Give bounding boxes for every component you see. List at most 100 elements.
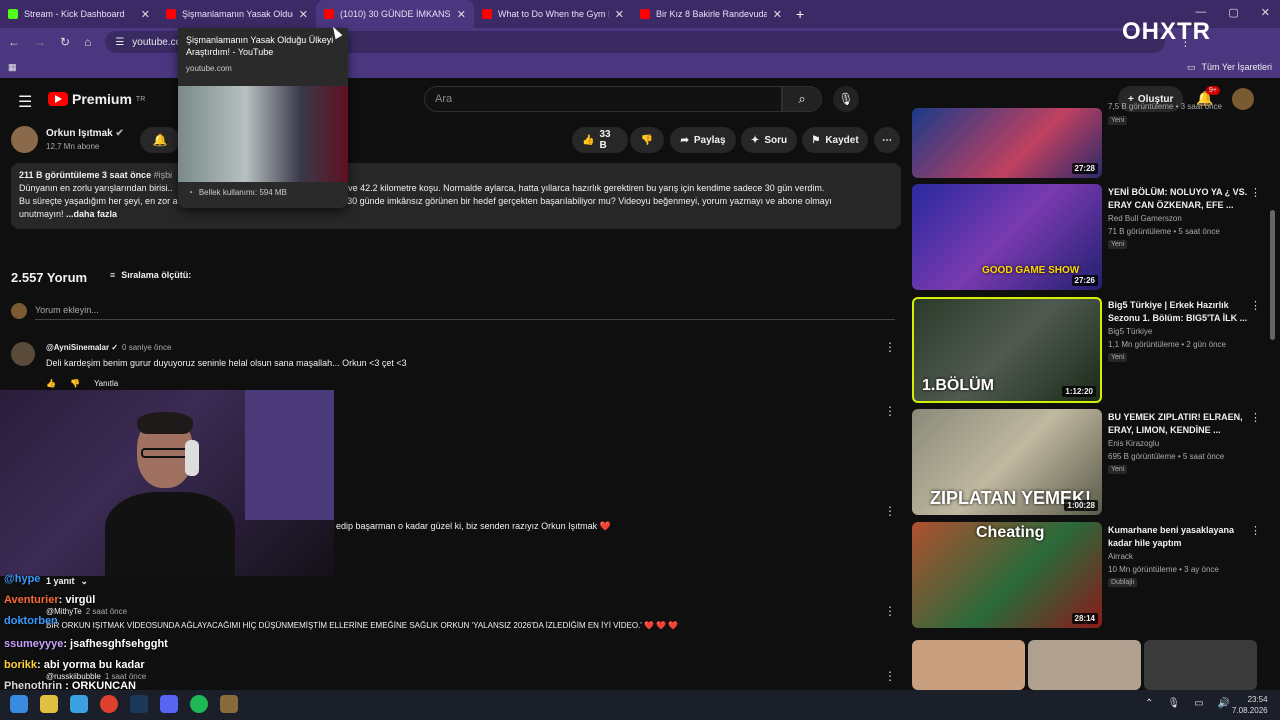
system-clock[interactable]: 23:54 7.08.2026	[1232, 694, 1268, 716]
close-icon[interactable]: ✕	[299, 8, 308, 21]
channel-name[interactable]: Orkun Işıtmak ✔	[46, 128, 124, 139]
app-icon[interactable]	[220, 695, 238, 713]
home-icon[interactable]: ⌂	[84, 35, 91, 49]
youtube-logo[interactable]: Premium TR	[48, 91, 145, 107]
avatar	[11, 303, 27, 319]
close-window-icon[interactable]: ✕	[1261, 6, 1270, 19]
hover-card-url: youtube.com	[186, 64, 232, 73]
youtube-play-icon	[48, 92, 68, 106]
stream-overlay-logo: OHXTR	[1122, 18, 1211, 45]
search-input[interactable]: Ara	[424, 86, 782, 112]
thumbs-up-icon: 👍	[582, 134, 595, 146]
forward-icon[interactable]: →	[34, 35, 46, 49]
apps-icon[interactable]: ▦	[8, 62, 17, 73]
voice-search-button[interactable]: 🎙	[833, 86, 859, 112]
short-thumbnail[interactable]	[912, 640, 1025, 690]
like-button[interactable]: 👍 33 B	[572, 127, 628, 153]
chrome-icon[interactable]	[100, 695, 118, 713]
video-thumbnail[interactable]: GOOD GAME SHOW 27:26	[912, 184, 1102, 290]
tab-youtube-3[interactable]: What to Do When the Gym Is B✕	[474, 0, 632, 28]
rec-video[interactable]: GOOD GAME SHOW 27:26 YENİ BÖLÜM: NOLUYO Y…	[912, 184, 1267, 290]
thumbs-up-icon[interactable]: 👍	[46, 379, 56, 388]
menu-icon[interactable]: ☰	[18, 92, 32, 112]
volume-icon[interactable]: 🔊	[1218, 698, 1230, 709]
tab-kick[interactable]: Stream - Kick Dashboard ✕	[0, 0, 158, 28]
reply-button[interactable]: Yanıtla	[94, 379, 118, 388]
more-icon[interactable]: ⋮	[1250, 299, 1261, 312]
spotify-icon[interactable]	[190, 695, 208, 713]
network-icon[interactable]: ▭	[1194, 698, 1203, 709]
scrollbar[interactable]	[1270, 210, 1275, 340]
comment-menu-icon[interactable]: ⋮	[884, 669, 896, 683]
video-thumbnail[interactable]: Cheating 28:14	[912, 522, 1102, 628]
webcam-overlay	[0, 390, 334, 576]
comment-menu-icon[interactable]: ⋮	[884, 340, 896, 354]
short-thumbnail[interactable]	[1028, 640, 1141, 690]
steam-icon[interactable]	[130, 695, 148, 713]
comment-menu-icon[interactable]: ⋮	[884, 604, 896, 618]
sort-comments-button[interactable]: ≡ Sıralama ölçütü:	[110, 270, 191, 280]
video-description[interactable]: 211 B görüntüleme 3 saat önce #işbi Düny…	[11, 163, 901, 229]
comment-text: edip başarman o kadar güzel ki, biz send…	[336, 521, 611, 531]
rec-video[interactable]: 27:28 7,5 B görüntüleme • 3 saat önce Ye…	[912, 102, 1267, 178]
comment-menu-icon[interactable]: ⋮	[884, 404, 896, 418]
site-info-icon[interactable]: ☰	[115, 37, 124, 48]
add-comment-input[interactable]: Yorum ekleyin...	[35, 305, 895, 320]
kick-icon	[8, 9, 18, 19]
comment-avatar[interactable]	[11, 342, 35, 366]
background-wall	[245, 390, 334, 520]
share-button[interactable]: ➦ Paylaş	[670, 127, 736, 153]
show-more-link[interactable]: ...daha fazla	[66, 209, 117, 219]
more-icon[interactable]: ⋮	[1250, 524, 1261, 537]
video-thumbnail[interactable]: ZIPLATAN YEMEK! 1:00:28	[912, 409, 1102, 515]
comment-author[interactable]: @AyniSinemalar ✓ 0 saniye önce	[46, 343, 171, 352]
comment-menu-icon[interactable]: ⋮	[884, 504, 896, 518]
chat-line: doktorben	[4, 615, 58, 627]
rec-video[interactable]: 1.BÖLÜM 1:12:20 Big5 Türkiye | Erkek Hazı…	[912, 297, 1267, 403]
close-icon[interactable]: ✕	[615, 8, 624, 21]
tab-youtube-active[interactable]: (1010) 30 GÜNDE İMKANSIZI B✕	[316, 0, 474, 28]
comment-author[interactable]: @MithyTe 2 saat önce	[46, 607, 127, 616]
bell-icon: 🔔	[152, 133, 168, 147]
tab-youtube-1[interactable]: Şişmanlamanın Yasak Olduğu Ü✕	[158, 0, 316, 28]
discord-icon[interactable]	[160, 695, 178, 713]
all-bookmarks[interactable]: ▭ Tüm Yer İşaretleri	[1187, 62, 1272, 73]
save-button[interactable]: ⚑ Kaydet	[802, 127, 868, 153]
reload-icon[interactable]: ↻	[60, 35, 70, 49]
mic-icon[interactable]: 🎙	[1167, 698, 1180, 709]
account-avatar[interactable]	[1232, 88, 1254, 110]
memory-icon: ◔	[188, 188, 193, 197]
channel-avatar[interactable]	[11, 126, 38, 153]
rec-video[interactable]: Cheating 28:14 Kumarhane beni yasaklayana…	[912, 522, 1267, 628]
short-thumbnail[interactable]	[1144, 640, 1257, 690]
youtube-icon	[166, 9, 176, 19]
new-tab-button[interactable]: +	[796, 6, 804, 22]
more-actions-button[interactable]: ⋯	[874, 127, 900, 153]
rec-video[interactable]: ZIPLATAN YEMEK! 1:00:28 BU YEMEK ZIPLATIR…	[912, 409, 1267, 515]
store-icon[interactable]	[70, 695, 88, 713]
maximize-icon[interactable]: ▢	[1228, 6, 1238, 19]
windows-start-icon[interactable]	[10, 695, 28, 713]
close-icon[interactable]: ✕	[141, 8, 150, 21]
chat-line: Aventurier: virgül	[4, 594, 96, 606]
replies-toggle[interactable]: 1 yanıt ⌄	[46, 576, 88, 587]
chevron-down-icon: ⌄	[80, 576, 89, 586]
close-icon[interactable]: ✕	[457, 8, 466, 21]
video-thumbnail[interactable]: 27:28	[912, 108, 1102, 178]
file-explorer-icon[interactable]	[40, 695, 58, 713]
back-icon[interactable]: ←	[8, 35, 20, 49]
dislike-button[interactable]: 👎	[630, 127, 664, 153]
search-button[interactable]: ⌕	[782, 86, 822, 112]
more-icon[interactable]: ⋮	[1250, 411, 1261, 424]
chevron-up-icon[interactable]: ⌃	[1145, 698, 1153, 709]
more-icon[interactable]: ⋮	[1250, 186, 1261, 199]
video-thumbnail[interactable]: 1.BÖLÜM 1:12:20	[912, 297, 1102, 403]
ask-button[interactable]: ✦ Soru	[741, 127, 797, 153]
subscription-bell-button[interactable]: 🔔	[140, 127, 180, 153]
rec-shorts-row[interactable]	[912, 640, 1267, 690]
tab-youtube-4[interactable]: Bir Kız 8 Bakirle Randevuda - Yo✕	[632, 0, 790, 28]
thumbs-down-icon[interactable]: 👎	[70, 379, 80, 388]
hover-card-thumbnail	[178, 86, 348, 182]
close-icon[interactable]: ✕	[773, 8, 782, 21]
thumbs-down-icon: 👎	[640, 134, 654, 146]
